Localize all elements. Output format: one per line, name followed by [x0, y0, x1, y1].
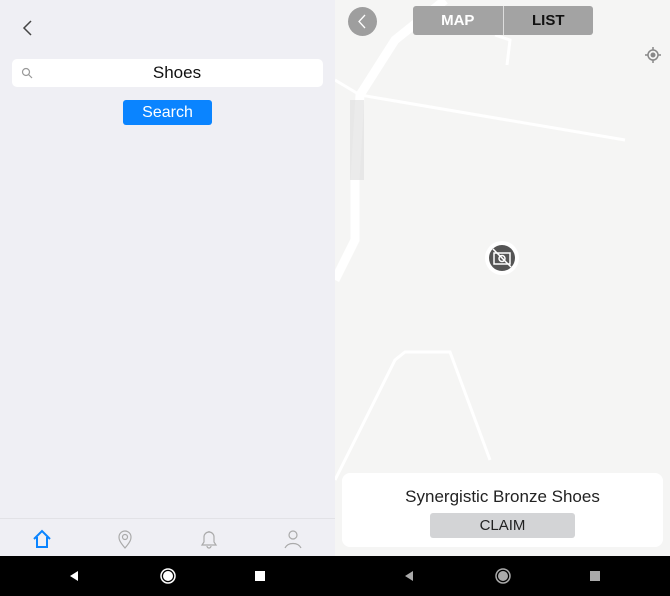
tab-bar — [0, 518, 335, 556]
search-input[interactable] — [42, 59, 312, 87]
claim-button[interactable]: CLAIM — [430, 513, 575, 538]
nav-recents-icon[interactable] — [590, 571, 600, 581]
map-screen: MAP LIST Synergistic Bronze Shoes CLAIM — [335, 0, 670, 556]
nav-back-icon[interactable] — [68, 570, 80, 582]
search-screen: Search — [0, 0, 335, 556]
tab-map[interactable]: MAP — [413, 6, 504, 35]
map-back-button[interactable] — [348, 7, 377, 36]
search-button[interactable]: Search — [123, 100, 212, 125]
no-photo-marker-icon[interactable] — [484, 240, 520, 276]
location-pin-icon[interactable] — [115, 529, 135, 549]
search-icon — [21, 67, 33, 79]
android-nav-bar — [0, 556, 335, 596]
map-list-toggle: MAP LIST — [413, 6, 593, 35]
tab-list[interactable]: LIST — [504, 6, 594, 35]
bell-icon[interactable] — [199, 529, 219, 549]
nav-back-icon[interactable] — [403, 570, 415, 582]
item-card: Synergistic Bronze Shoes CLAIM — [342, 473, 663, 547]
user-icon[interactable] — [283, 529, 303, 549]
back-chevron-icon[interactable] — [18, 18, 38, 38]
locate-me-icon[interactable] — [644, 46, 662, 64]
nav-recents-icon[interactable] — [255, 571, 265, 581]
home-icon[interactable] — [32, 529, 52, 549]
item-title: Synergistic Bronze Shoes — [405, 487, 600, 506]
back-chevron-icon — [358, 14, 366, 29]
nav-home-icon[interactable] — [159, 567, 177, 585]
android-nav-bar — [335, 556, 670, 596]
search-bar — [12, 59, 323, 87]
nav-home-icon[interactable] — [494, 567, 512, 585]
